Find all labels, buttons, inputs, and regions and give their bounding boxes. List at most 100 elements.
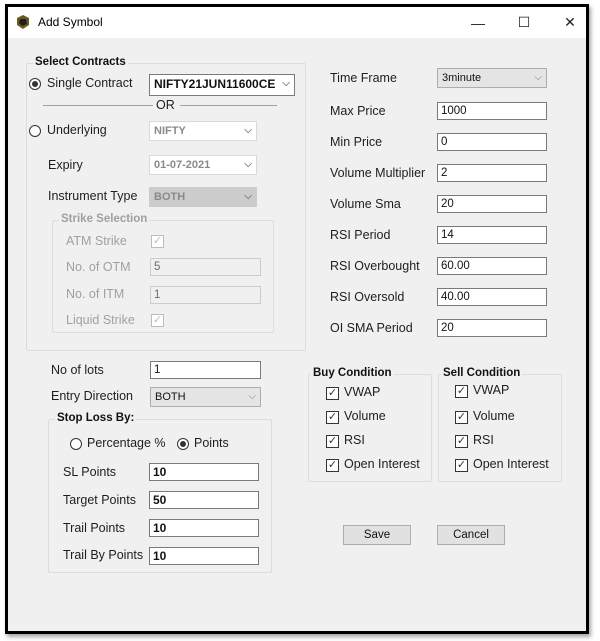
underlying-label: Underlying	[47, 123, 107, 137]
target-points-label: Target Points	[63, 493, 136, 507]
buy-volume-checkbox[interactable]: ✓	[326, 411, 339, 424]
check-icon: ✓	[327, 435, 338, 447]
rsi-overbought-label: RSI Overbought	[330, 259, 420, 273]
volume-multiplier-input[interactable]: 2	[437, 164, 547, 182]
check-icon: ✓	[456, 435, 467, 447]
trail-by-points-label: Trail By Points	[63, 548, 144, 562]
check-icon: ✓	[152, 314, 163, 326]
otm-input[interactable]: 5	[150, 258, 261, 276]
save-button[interactable]: Save	[343, 525, 411, 545]
chevron-down-icon: ⌵	[248, 391, 256, 402]
divider	[43, 105, 153, 106]
otm-label: No. of OTM	[66, 260, 131, 274]
minimize-button[interactable]: —	[455, 7, 501, 38]
min-price-label: Min Price	[330, 135, 383, 149]
underlying-combo[interactable]: NIFTY ⌵	[149, 121, 257, 141]
chevron-down-icon: ⌵	[534, 72, 542, 83]
expiry-label: Expiry	[48, 158, 83, 172]
itm-label: No. of ITM	[66, 287, 125, 301]
instrument-type-value: BOTH	[154, 191, 186, 203]
underlying-value: NIFTY	[154, 125, 186, 137]
lots-label: No of lots	[51, 363, 104, 377]
check-icon: ✓	[456, 385, 467, 397]
points-radio[interactable]	[177, 438, 189, 450]
buy-vwap-label: VWAP	[344, 385, 381, 399]
instrument-type-label: Instrument Type	[48, 189, 138, 203]
sell-rsi-checkbox[interactable]: ✓	[455, 435, 468, 448]
sell-volume-checkbox[interactable]: ✓	[455, 411, 468, 424]
lots-input[interactable]: 1	[150, 361, 261, 379]
trail-by-points-input[interactable]: 10	[149, 547, 259, 565]
minimize-icon: —	[471, 14, 485, 31]
buy-volume-label: Volume	[344, 409, 386, 423]
expiry-value: 01-07-2021	[154, 159, 211, 171]
rsi-period-input[interactable]: 14	[437, 226, 547, 244]
title-bar: Add Symbol — ☐ ✕	[8, 7, 586, 38]
strike-selection-title: Strike Selection	[59, 213, 150, 225]
buy-open-interest-checkbox[interactable]: ✓	[326, 459, 339, 472]
chevron-down-icon: ⌵	[244, 159, 252, 170]
itm-input[interactable]: 1	[150, 286, 261, 304]
entry-direction-value: BOTH	[155, 391, 186, 403]
points-label: Points	[194, 436, 229, 450]
volume-multiplier-label: Volume Multiplier	[330, 166, 426, 180]
close-icon: ✕	[564, 14, 576, 30]
sell-condition-title: Sell Condition	[441, 367, 523, 379]
sell-open-interest-label: Open Interest	[473, 457, 549, 471]
liquid-strike-checkbox[interactable]: ✓	[151, 314, 164, 327]
single-contract-radio[interactable]	[29, 78, 41, 90]
chevron-down-icon: ⌵	[244, 191, 252, 202]
entry-direction-combo[interactable]: BOTH ⌵	[150, 387, 261, 407]
sell-rsi-label: RSI	[473, 433, 494, 447]
sell-open-interest-checkbox[interactable]: ✓	[455, 459, 468, 472]
check-icon: ✓	[327, 387, 338, 399]
buy-rsi-checkbox[interactable]: ✓	[326, 435, 339, 448]
trail-points-input[interactable]: 10	[149, 519, 259, 537]
check-icon: ✓	[456, 411, 467, 423]
max-price-label: Max Price	[330, 104, 386, 118]
check-icon: ✓	[327, 459, 338, 471]
sell-volume-label: Volume	[473, 409, 515, 423]
or-label: OR	[156, 98, 175, 112]
buy-open-interest-label: Open Interest	[344, 457, 420, 471]
check-icon: ✓	[152, 235, 163, 247]
app-icon	[17, 15, 29, 29]
percentage-radio[interactable]	[70, 438, 82, 450]
rsi-period-label: RSI Period	[330, 228, 391, 242]
sl-points-label: SL Points	[63, 465, 117, 479]
form-body: Select Contracts Single Contract NIFTY21…	[8, 38, 586, 631]
percentage-label: Percentage %	[87, 436, 166, 450]
chevron-down-icon: ⌵	[282, 78, 290, 89]
buy-vwap-checkbox[interactable]: ✓	[326, 387, 339, 400]
liquid-strike-label: Liquid Strike	[66, 313, 135, 327]
oi-sma-period-label: OI SMA Period	[330, 321, 413, 335]
time-frame-value: 3minute	[442, 72, 482, 84]
check-icon: ✓	[456, 459, 467, 471]
instrument-type-combo[interactable]: BOTH ⌵	[149, 187, 257, 207]
min-price-input[interactable]: 0	[437, 133, 547, 151]
underlying-radio[interactable]	[29, 125, 41, 137]
rsi-oversold-label: RSI Oversold	[330, 290, 405, 304]
rsi-oversold-input[interactable]: 40.00	[437, 288, 547, 306]
target-points-input[interactable]: 50	[149, 491, 259, 509]
atm-strike-label: ATM Strike	[66, 234, 127, 248]
volume-sma-input[interactable]: 20	[437, 195, 547, 213]
time-frame-label: Time Frame	[330, 71, 397, 85]
time-frame-combo[interactable]: 3minute ⌵	[437, 68, 547, 88]
cancel-button[interactable]: Cancel	[437, 525, 505, 545]
stop-loss-title: Stop Loss By:	[55, 412, 137, 424]
single-contract-combo[interactable]: NIFTY21JUN11600CE ⌵	[149, 74, 295, 96]
oi-sma-period-input[interactable]: 20	[437, 319, 547, 337]
buy-condition-title: Buy Condition	[311, 367, 394, 379]
rsi-overbought-input[interactable]: 60.00	[437, 257, 547, 275]
sell-vwap-checkbox[interactable]: ✓	[455, 385, 468, 398]
close-button[interactable]: ✕	[547, 7, 593, 38]
maximize-button[interactable]: ☐	[501, 7, 547, 38]
single-contract-value: NIFTY21JUN11600CE	[154, 77, 276, 91]
window-title: Add Symbol	[38, 15, 103, 29]
sl-points-input[interactable]: 10	[149, 463, 259, 481]
expiry-combo[interactable]: 01-07-2021 ⌵	[149, 155, 257, 175]
max-price-input[interactable]: 1000	[437, 102, 547, 120]
volume-sma-label: Volume Sma	[330, 197, 401, 211]
atm-strike-checkbox[interactable]: ✓	[151, 235, 164, 248]
